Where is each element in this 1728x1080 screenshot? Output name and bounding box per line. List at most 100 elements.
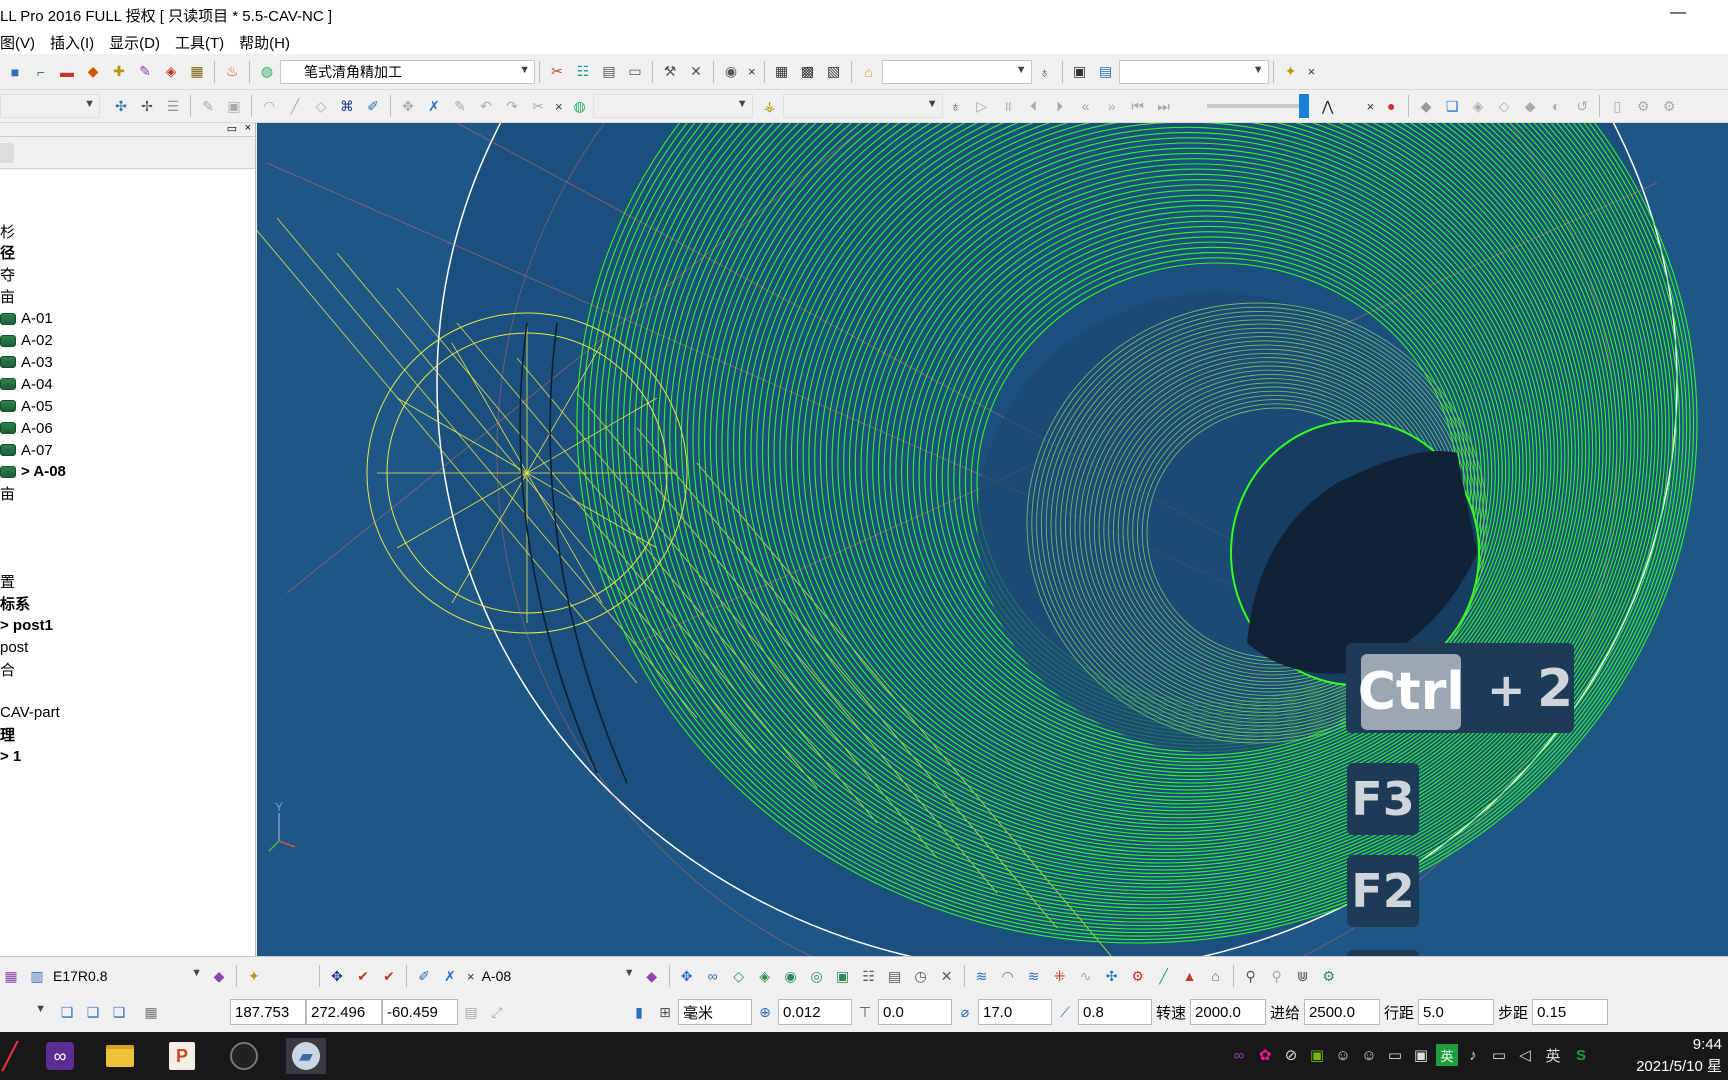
levels-icon[interactable]: ◈ bbox=[160, 61, 182, 83]
mirror-icon[interactable]: ✗ bbox=[423, 95, 445, 117]
qq-tray-icon[interactable]: ☺ bbox=[1332, 1044, 1354, 1066]
boundary-icon[interactable]: ◆ bbox=[82, 61, 104, 83]
coord-x-field[interactable]: 187.753 bbox=[230, 999, 306, 1025]
tip-radius-field[interactable]: 0.8 bbox=[1078, 999, 1152, 1025]
calculate-icon[interactable]: ✂ bbox=[546, 61, 568, 83]
microphone-tray-icon[interactable]: ♪ bbox=[1462, 1044, 1484, 1066]
edit-4-icon[interactable]: ◈ bbox=[754, 965, 776, 987]
edit-5-icon[interactable]: ◉ bbox=[780, 965, 802, 987]
menu-view[interactable]: 图(V) bbox=[0, 32, 35, 53]
flower-tray-icon[interactable]: ✿ bbox=[1254, 1044, 1276, 1066]
rest-icon[interactable]: ◈ bbox=[1467, 95, 1489, 117]
toolpath-verify-icon[interactable]: ✔ bbox=[352, 965, 374, 987]
nc-settings-icon[interactable]: ▩ bbox=[797, 61, 819, 83]
redo-icon[interactable]: ↷ bbox=[501, 95, 523, 117]
sim-machine-icon[interactable]: ⚙ bbox=[1632, 95, 1654, 117]
minimize-button[interactable]: — bbox=[1668, 4, 1688, 24]
edit-15-icon[interactable]: ⁜ bbox=[1049, 965, 1071, 987]
edit-18-icon[interactable]: ⚙ bbox=[1127, 965, 1149, 987]
diameter-field[interactable]: 17.0 bbox=[978, 999, 1052, 1025]
network-tray-icon[interactable]: ▭ bbox=[1488, 1044, 1510, 1066]
powerpoint-icon[interactable]: P bbox=[162, 1038, 202, 1074]
ime-tray-icon[interactable]: 英 bbox=[1436, 1044, 1458, 1066]
units-field[interactable]: 毫米 bbox=[678, 999, 752, 1025]
edit-7-icon[interactable]: ▣ bbox=[832, 965, 854, 987]
sogou-tray-icon[interactable]: S bbox=[1570, 1044, 1592, 1066]
layer-combo[interactable]: ▼ bbox=[0, 94, 100, 118]
machine-icon[interactable]: ▣ bbox=[1069, 61, 1091, 83]
tool-select-combo[interactable]: ▼ bbox=[782, 94, 943, 118]
tree-item[interactable]: > A-08 bbox=[0, 461, 66, 483]
tool-wizard-icon[interactable]: ✦ bbox=[243, 965, 265, 987]
move-icon[interactable]: ✢ bbox=[136, 95, 158, 117]
record-icon[interactable]: ● bbox=[1380, 95, 1402, 117]
stepdown-field[interactable]: 0.15 bbox=[1532, 999, 1609, 1025]
spindle-field[interactable]: 2000.0 bbox=[1190, 999, 1267, 1025]
tree-item[interactable]: > post1 bbox=[0, 614, 53, 636]
calculator-icon[interactable]: ▤ bbox=[598, 61, 620, 83]
block-icon[interactable]: ■ bbox=[4, 61, 26, 83]
float-icon[interactable]: ▭ bbox=[227, 122, 237, 135]
edit-10-icon[interactable]: ◷ bbox=[910, 965, 932, 987]
tree-item[interactable]: A-06 bbox=[0, 417, 53, 439]
close-toolbar-icon[interactable]: × bbox=[555, 99, 563, 114]
strategy-combo[interactable]: 笔式清角精加工 ▼ bbox=[280, 59, 535, 84]
edit-8-icon[interactable]: ☷ bbox=[858, 965, 880, 987]
edit-3-icon[interactable]: ◇ bbox=[728, 965, 750, 987]
units-bar-icon[interactable]: ▮ bbox=[628, 1001, 650, 1023]
tolerance-icon[interactable]: ⊕ bbox=[754, 1001, 776, 1023]
menu-help[interactable]: 帮助(H) bbox=[239, 32, 290, 53]
step-back-icon[interactable]: ⏴ bbox=[1023, 95, 1045, 117]
language-indicator[interactable]: 英 bbox=[1540, 1044, 1566, 1066]
workplane-icon[interactable]: ▦ bbox=[186, 61, 208, 83]
play-icon[interactable]: ▷ bbox=[971, 95, 993, 117]
nc-program-icon[interactable]: ▦ bbox=[771, 61, 793, 83]
tree-item[interactable]: A-05 bbox=[0, 395, 53, 417]
rewind-icon[interactable]: « bbox=[1075, 95, 1097, 117]
step-forward-icon[interactable]: ⏵ bbox=[1049, 95, 1071, 117]
tree-item[interactable]: 标系 bbox=[0, 592, 30, 614]
tolerance-field[interactable]: 0.012 bbox=[778, 999, 852, 1025]
edit-24-icon[interactable]: ⋓ bbox=[1292, 965, 1314, 987]
pattern-icon[interactable]: ✚ bbox=[108, 61, 130, 83]
close-toolbar-icon[interactable]: × bbox=[1367, 99, 1375, 114]
selection-combo[interactable]: ▼ bbox=[881, 59, 1032, 84]
edit-20-icon[interactable]: ▲ bbox=[1179, 965, 1201, 987]
edit-25-icon[interactable]: ⚙ bbox=[1318, 965, 1340, 987]
tool-icon[interactable]: ▬ bbox=[56, 61, 78, 83]
shade-icon[interactable]: ◆ bbox=[1415, 95, 1437, 117]
tree-item[interactable]: A-03 bbox=[0, 351, 53, 373]
view-icon[interactable]: ◉ bbox=[720, 61, 742, 83]
close-toolbar-icon[interactable]: × bbox=[1308, 64, 1316, 79]
edit-9-icon[interactable]: ▤ bbox=[884, 965, 906, 987]
volume-tray-icon[interactable]: ◁ bbox=[1514, 1044, 1536, 1066]
diameter-icon[interactable]: ⌀ bbox=[954, 1001, 976, 1023]
curve-icon[interactable]: ◠ bbox=[258, 95, 280, 117]
coord-y-field[interactable]: 272.496 bbox=[306, 999, 382, 1025]
usb-tray-icon[interactable]: ▭ bbox=[1384, 1044, 1406, 1066]
menu-tools[interactable]: 工具(T) bbox=[175, 32, 224, 53]
go-start-icon[interactable]: ⏮ bbox=[1127, 95, 1149, 117]
taskbar-clock[interactable]: 9:44 2021/5/10 星 bbox=[1636, 1034, 1722, 1078]
edit-11-icon[interactable]: ✕ bbox=[936, 965, 958, 987]
file-explorer-icon[interactable] bbox=[100, 1038, 140, 1074]
stock-icon[interactable]: ❏ bbox=[1441, 95, 1463, 117]
toolpath-check-icon[interactable]: ✔ bbox=[378, 965, 400, 987]
toolpath-icon[interactable]: ◍ bbox=[569, 95, 591, 117]
active-toolpath-combo[interactable]: A-08 ▼ bbox=[479, 964, 639, 988]
workplane-combo[interactable]: ▼ bbox=[0, 1000, 50, 1024]
menu-display[interactable]: 显示(D) bbox=[109, 32, 160, 53]
light-bulb-icon[interactable]: ♁ bbox=[1034, 61, 1056, 83]
powermill-task-icon[interactable]: ▰ bbox=[286, 1038, 326, 1074]
red-pen-app-icon[interactable]: ╱ bbox=[0, 1038, 30, 1074]
qq-2-tray-icon[interactable]: ☺ bbox=[1358, 1044, 1380, 1066]
edit-19-icon[interactable]: ╱ bbox=[1153, 965, 1175, 987]
tree-item[interactable]: 夺 bbox=[0, 264, 15, 286]
units-ruler-icon[interactable]: ⊞ bbox=[654, 1001, 676, 1023]
edit-13-icon[interactable]: ◠ bbox=[997, 965, 1019, 987]
stepover-field[interactable]: 5.0 bbox=[1418, 999, 1495, 1025]
menu-insert[interactable]: 插入(I) bbox=[50, 32, 94, 53]
vs-tray-icon[interactable]: ∞ bbox=[1228, 1044, 1250, 1066]
sim-shade-icon[interactable]: ◆ bbox=[1519, 95, 1541, 117]
tree-item[interactable]: A-01 bbox=[0, 308, 53, 330]
